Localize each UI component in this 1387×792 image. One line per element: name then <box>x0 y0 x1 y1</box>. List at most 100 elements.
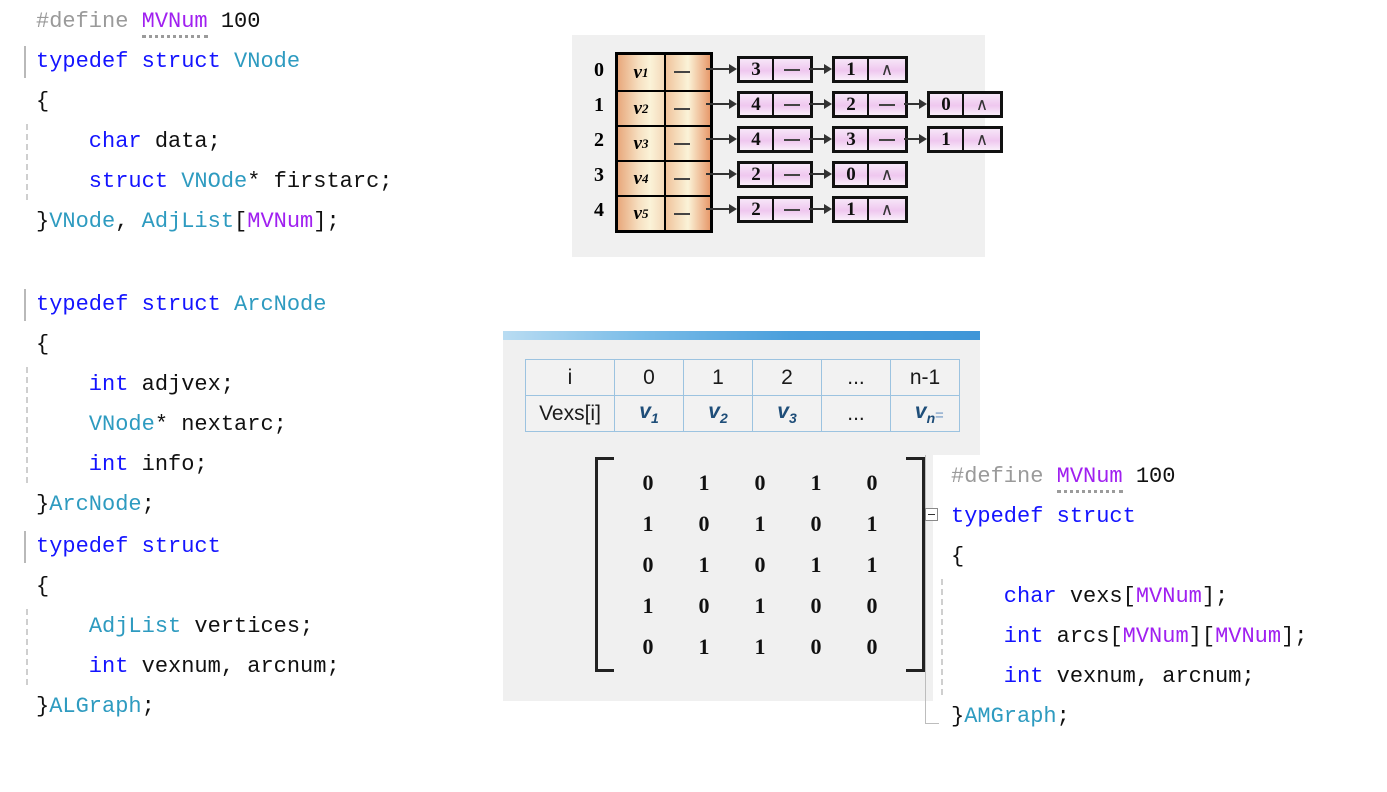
table-data-cell: v3 <box>752 395 822 432</box>
code-token: adjvex; <box>128 372 235 397</box>
vertex-index-label: 1 <box>594 94 604 116</box>
matrix-left-bracket <box>595 457 614 672</box>
code-token: char <box>36 129 142 154</box>
pointer-stub-icon <box>784 173 800 176</box>
table-data-cell: v1 <box>614 395 684 432</box>
code-token: MVNum <box>1056 464 1123 493</box>
table-header-cell: i <box>525 359 615 396</box>
pointer-stub-icon <box>674 178 690 180</box>
arc-adjvex: 2 <box>835 94 867 115</box>
arrow-head-icon <box>729 169 737 179</box>
code-block-arcnode: typedef struct ArcNode { int adjvex; VNod… <box>24 285 327 525</box>
indent-guide-icon <box>26 164 28 200</box>
equals-mark: = <box>935 407 944 424</box>
arc-next-pointer <box>772 199 810 220</box>
code-token: ]; <box>1281 624 1308 649</box>
code-token: char <box>951 584 1057 609</box>
indent-guide-icon <box>26 447 28 483</box>
connector-line <box>809 68 825 70</box>
matrix-grid: 0 1 0 1 0 1 0 1 0 1 0 1 0 1 1 1 0 1 0 0 0 1 1 0 0 <box>614 457 906 672</box>
code-token: int <box>36 654 129 679</box>
vertex-index-label: 4 <box>594 199 604 221</box>
vertex-subscript: 2 <box>641 100 649 116</box>
code-token: AMGraph <box>964 704 1057 729</box>
code-token: int <box>951 624 1044 649</box>
pointer-stub-icon <box>879 138 895 141</box>
code-token: ArcNode <box>234 292 327 317</box>
arc-node: 0 ∧ <box>927 91 1003 118</box>
pointer-stub-icon <box>674 71 690 73</box>
code-token: ][ <box>1188 624 1216 649</box>
vertex-index-label: 0 <box>594 59 604 81</box>
arc-adjvex: 2 <box>740 164 772 185</box>
vertex-firstarc-cell <box>664 55 710 90</box>
arc-adjvex: 2 <box>740 199 772 220</box>
arc-adjvex: 4 <box>740 94 772 115</box>
vertex-row: v2 <box>618 90 710 125</box>
table-header-cell: 2 <box>752 359 822 396</box>
indent-guide-icon <box>26 649 28 685</box>
arc-adjvex: 1 <box>835 59 867 80</box>
code-fold-bar-icon <box>24 531 26 563</box>
matrix-cell: 1 <box>698 633 710 659</box>
arc-node: 1 ∧ <box>832 56 908 83</box>
code-line: { <box>951 537 1307 577</box>
code-token: MVNum <box>1215 624 1282 649</box>
pointer-stub-icon <box>784 208 800 211</box>
vertex-array: v1v2v3v4v5 <box>615 52 713 233</box>
code-block-algraph: typedef struct { AdjList vertices; int ve… <box>24 527 340 727</box>
code-line: #define MVNum 100 <box>36 2 392 42</box>
table-header-cell: 1 <box>683 359 753 396</box>
connector-line <box>809 138 825 140</box>
matrix-cell: 0 <box>866 592 878 618</box>
vertex-subscript: 5 <box>641 205 649 221</box>
code-token: } <box>36 209 50 234</box>
code-block-amgraph-card: #define MVNum 100 typedef struct { char ve… <box>925 455 1387 745</box>
table-data-cell: vn <box>890 395 960 432</box>
code-token: typedef struct <box>36 49 235 74</box>
connector-line <box>904 103 920 105</box>
matrix-cell: 1 <box>642 592 654 618</box>
arc-null-icon: ∧ <box>962 129 1000 150</box>
table-header-cell: ... <box>821 359 891 396</box>
collapse-minus-icon[interactable] <box>925 508 938 521</box>
vertex-subscript: 2 <box>719 410 728 427</box>
indent-guide-icon <box>26 407 28 443</box>
code-token: data; <box>141 129 221 154</box>
code-token: info; <box>128 452 208 477</box>
matrix-cell: 0 <box>810 633 822 659</box>
arc-adjvex: 1 <box>930 129 962 150</box>
code-token: typedef struct <box>951 504 1136 529</box>
code-token: 100 <box>1122 464 1176 489</box>
vertex-name: v <box>708 400 720 424</box>
matrix-cell: 0 <box>642 633 654 659</box>
pointer-stub-icon <box>674 213 690 215</box>
vertex-name: v <box>633 61 642 83</box>
vertex-name: v <box>914 400 927 424</box>
matrix-cell: 0 <box>698 510 710 536</box>
table-data-cell: v2 <box>683 395 753 432</box>
indent-guide-icon <box>941 659 943 695</box>
code-token: ]; <box>313 209 340 234</box>
matrix-cell: 1 <box>698 469 710 495</box>
arc-node: 1 ∧ <box>832 196 908 223</box>
arrow-head-icon <box>729 134 737 144</box>
code-fold-bar-icon <box>24 46 26 78</box>
code-token: } <box>36 694 50 719</box>
matrix-cell: 0 <box>698 592 710 618</box>
code-line: typedef struct ArcNode <box>24 285 327 325</box>
code-token: { <box>36 574 50 599</box>
code-token: ArcNode <box>49 492 142 517</box>
arrow-head-icon <box>919 134 927 144</box>
arc-next-pointer <box>867 129 905 150</box>
indent-guide-icon <box>26 609 28 645</box>
vertex-subscript: 1 <box>641 64 649 80</box>
vertex-row: v1 <box>618 55 710 90</box>
pointer-stub-icon <box>784 68 800 71</box>
code-token: #define <box>36 9 142 34</box>
code-token: { <box>951 544 965 569</box>
code-token: typedef struct <box>36 292 235 317</box>
matrix-wrapper: 0 1 0 1 0 1 0 1 0 1 0 1 0 1 1 1 0 1 0 0 0 1 1 0 0 <box>595 457 925 672</box>
arc-node: 2 <box>737 161 813 188</box>
